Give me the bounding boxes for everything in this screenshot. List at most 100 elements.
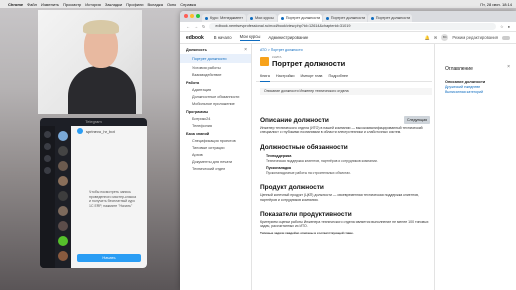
bots-folder-icon[interactable]	[44, 155, 51, 162]
description-bar: Описание должности Инженер технического …	[260, 88, 432, 95]
menubar-item[interactable]: История	[85, 2, 101, 7]
chat-name: sprinevo_hr_bot	[86, 128, 115, 134]
favicon-icon	[280, 16, 284, 20]
menubar-clock[interactable]: Пт, 28 июн. 18:14	[480, 2, 512, 7]
chat-avatar[interactable]	[58, 131, 68, 141]
telegram-window: Telegram sprinevo_hr_bot Чтобы посмотрет…	[40, 118, 147, 268]
menubar-item[interactable]: Изменить	[41, 2, 59, 7]
macos-menubar: Chrome Файл Изменить Просмотр История За…	[0, 0, 516, 8]
tab-settings[interactable]: Настройки	[276, 74, 295, 81]
drawer-item[interactable]: Условия работы	[180, 63, 251, 70]
user-avatar[interactable]: ВС	[441, 34, 449, 41]
nav-home[interactable]: В начало	[214, 35, 232, 40]
section-text: Ценный конечный продукт (ЦКП) должности …	[260, 193, 420, 202]
browser-tab[interactable]: Портрет должности	[367, 14, 412, 22]
menubar-item[interactable]: Просмотр	[63, 2, 81, 7]
site-logo[interactable]: edbook	[186, 35, 204, 41]
drawer-item[interactable]: Спецификация проектов	[180, 136, 251, 143]
chat-avatar[interactable]	[58, 191, 68, 201]
drawer-section[interactable]: Программы	[180, 106, 251, 114]
browser-window: Курс: Менеджмент Мои курсы Портрет должн…	[180, 11, 516, 290]
nav-my-courses[interactable]: Мои курсы	[239, 34, 261, 41]
toc-link[interactable]: Дружеский ежедневн	[445, 85, 516, 89]
close-window-icon[interactable]	[184, 14, 188, 18]
close-toc-icon[interactable]: ×	[507, 64, 510, 70]
chat-avatar[interactable]	[58, 206, 68, 216]
drawer-item[interactable]: Должностные обязанности	[180, 92, 251, 99]
course-index-drawer: × Должность Портрет должности Условия ра…	[180, 44, 252, 290]
tab-import[interactable]: Импорт глав	[300, 74, 322, 81]
browser-tab[interactable]: Курс: Менеджмент	[202, 14, 246, 22]
chat-avatar[interactable]	[58, 161, 68, 171]
nav-admin[interactable]: Администрирование	[268, 35, 308, 40]
toc-active-item[interactable]: Описание должности	[445, 80, 516, 84]
menubar-item[interactable]: Окно	[167, 2, 176, 7]
section-text: Инженер технического отдела (ИТО) в наше…	[260, 126, 423, 135]
drawer-item[interactable]: Мобильное приложение	[180, 99, 251, 106]
table-of-contents: × Оглавление Описание должности Дружески…	[434, 44, 516, 290]
edit-mode-label: Режим редактирования	[452, 35, 498, 40]
menubar-item[interactable]: Вкладка	[148, 2, 163, 7]
drawer-item[interactable]: Взаимодействие	[180, 70, 251, 77]
section-heading: Показатели продуктивности	[260, 211, 352, 219]
drawer-item[interactable]: Документы для печати	[180, 157, 251, 164]
chat-avatar[interactable]	[58, 221, 68, 231]
toc-title: Оглавление	[445, 66, 473, 72]
favicon-icon	[205, 16, 208, 20]
personal-folder-icon[interactable]	[44, 143, 51, 150]
drawer-item-active[interactable]: Портрет должности	[180, 54, 251, 63]
drawer-section[interactable]: Должность	[180, 44, 251, 52]
minimize-window-icon[interactable]	[190, 14, 194, 18]
drawer-item[interactable]: Телефония	[180, 121, 251, 128]
page-title: Портрет должности	[272, 59, 346, 68]
drawer-item[interactable]: Технический отдел	[180, 164, 251, 171]
chat-header[interactable]: sprinevo_hr_bot	[71, 126, 147, 136]
webcam-feed	[38, 10, 142, 114]
presenter-hair	[83, 20, 119, 34]
favicon-icon	[325, 16, 329, 20]
favicon-icon	[249, 16, 253, 20]
start-button[interactable]: Начать	[77, 254, 141, 262]
site-navbar: edbook В начало Мои курсы Администрирова…	[180, 32, 516, 44]
tab-more[interactable]: Подробнее	[328, 74, 348, 81]
browser-tab-active[interactable]: Портрет должности	[277, 14, 322, 22]
profile-icon[interactable]: ●	[508, 24, 510, 29]
menubar-item[interactable]: Закладки	[105, 2, 122, 7]
zoom-window-icon[interactable]	[196, 14, 200, 18]
chat-avatar[interactable]	[58, 236, 68, 246]
drawer-item[interactable]: Архив	[180, 150, 251, 157]
menubar-item[interactable]: Профили	[126, 2, 143, 7]
browser-tab[interactable]: Портрет должности	[322, 14, 367, 22]
telegram-title: Telegram	[85, 119, 102, 124]
edit-mode-toggle[interactable]	[502, 35, 510, 40]
browser-tab[interactable]: Мои курсы	[246, 14, 277, 22]
drawer-item[interactable]: Типовые ситуации	[180, 143, 251, 150]
drawer-section[interactable]: Работа	[180, 77, 251, 85]
reload-icon[interactable]: ↻	[202, 24, 205, 29]
menubar-item[interactable]: Справка	[180, 2, 196, 7]
telegram-folder-rail	[40, 126, 55, 268]
drawer-section[interactable]: База знаний	[180, 128, 251, 136]
notifications-icon[interactable]: 🔔	[425, 35, 430, 41]
back-icon[interactable]: ←	[186, 24, 190, 29]
chat-avatar[interactable]	[58, 176, 68, 186]
settings-icon[interactable]	[44, 167, 51, 174]
toc-link[interactable]: Выписанная категорий	[445, 90, 516, 94]
forward-icon[interactable]: →	[194, 24, 198, 29]
drawer-item[interactable]: Битрикс24	[180, 114, 251, 121]
chat-avatar[interactable]	[58, 251, 68, 261]
bookmark-star-icon[interactable]: ☆	[500, 24, 504, 29]
chats-folder-icon[interactable]	[44, 131, 51, 138]
breadcrumb[interactable]: АТО > Портрет должности	[256, 44, 432, 52]
next-chapter-button[interactable]: Следующая	[404, 116, 430, 124]
chat-avatar[interactable]	[58, 146, 68, 156]
menubar-app-name[interactable]: Chrome	[8, 2, 23, 7]
tab-label: Мои курсы	[254, 16, 274, 20]
drawer-item[interactable]: Адаптация	[180, 85, 251, 92]
book-icon	[260, 57, 269, 66]
close-drawer-icon[interactable]: ×	[244, 47, 247, 53]
address-bar[interactable]: edbook.nemtsevprofessional.ru/mod/book/v…	[209, 23, 496, 30]
messages-icon[interactable]: ✉	[434, 35, 438, 40]
tab-book[interactable]: Книга	[260, 74, 270, 82]
menubar-item[interactable]: Файл	[27, 2, 37, 7]
